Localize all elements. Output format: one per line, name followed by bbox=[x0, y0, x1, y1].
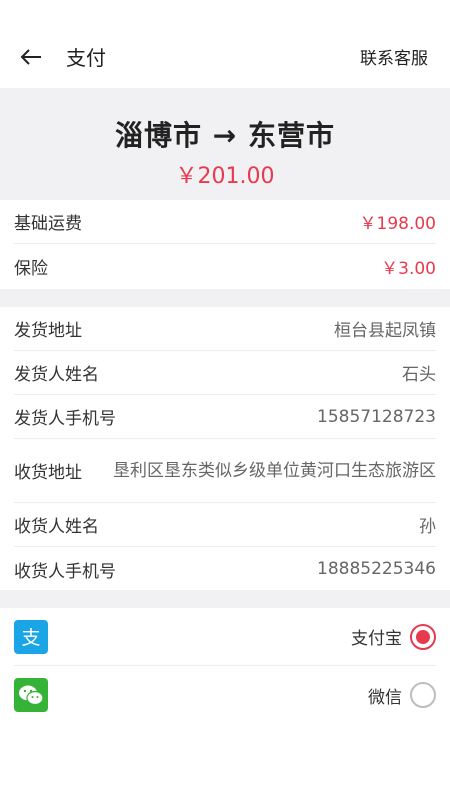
radio-selected-icon[interactable] bbox=[410, 623, 436, 650]
payment-option-alipay[interactable]: 支 支付宝 bbox=[14, 608, 436, 666]
detail-label: 收货地址 bbox=[14, 463, 82, 483]
payment-option-label: 支付宝 bbox=[351, 629, 402, 649]
detail-value: 石头 bbox=[402, 365, 436, 385]
app-header: 支付 联系客服 bbox=[0, 0, 450, 88]
total-price: ￥201.00 bbox=[175, 164, 275, 189]
order-summary: 淄博市 → 东营市 ￥201.00 bbox=[0, 88, 450, 200]
divider-band bbox=[0, 289, 450, 307]
detail-value: 桓台县起凤镇 bbox=[334, 321, 436, 341]
contact-service-button[interactable]: 联系客服 bbox=[360, 44, 428, 69]
fee-label: 基础运费 bbox=[14, 214, 82, 234]
payment-option-label: 微信 bbox=[368, 687, 402, 708]
detail-row-receiver-name: 收货人姓名 孙 bbox=[14, 503, 436, 547]
detail-value: 15857128723 bbox=[317, 406, 436, 427]
detail-row-receiver-phone: 收货人手机号 18885225346 bbox=[14, 547, 436, 591]
detail-row-sender-name: 发货人姓名 石头 bbox=[14, 351, 436, 395]
divider-band bbox=[0, 590, 450, 608]
detail-label: 发货人姓名 bbox=[14, 365, 99, 385]
svg-text:支: 支 bbox=[21, 627, 40, 649]
payment-section: 支 支付宝 微信 bbox=[0, 608, 450, 724]
detail-row-sender-address: 发货地址 桓台县起凤镇 bbox=[14, 307, 436, 351]
arrow-left-icon bbox=[20, 49, 41, 65]
detail-value: 18885225346 bbox=[317, 559, 436, 579]
fee-row-base: 基础运费 ￥198.00 bbox=[14, 200, 436, 244]
alipay-icon: 支 bbox=[14, 619, 48, 654]
fee-label: 保险 bbox=[14, 258, 48, 279]
detail-row-sender-phone: 发货人手机号 15857128723 bbox=[14, 395, 436, 439]
route-text: 淄博市 → 东营市 bbox=[115, 119, 335, 152]
back-button[interactable] bbox=[14, 40, 48, 74]
radio-unselected-icon[interactable] bbox=[410, 682, 436, 708]
detail-value: 孙 bbox=[419, 517, 436, 537]
detail-label: 收货人姓名 bbox=[14, 517, 99, 537]
detail-label: 发货地址 bbox=[14, 321, 82, 341]
fee-value: ￥198.00 bbox=[359, 214, 436, 234]
detail-label: 发货人手机号 bbox=[14, 409, 116, 429]
page-title: 支付 bbox=[66, 46, 106, 70]
wechat-icon bbox=[14, 678, 48, 712]
fees-section: 基础运费 ￥198.00 保险 ￥3.00 bbox=[0, 200, 450, 288]
fee-row-insurance: 保险 ￥3.00 bbox=[14, 244, 436, 288]
payment-option-wechat[interactable]: 微信 bbox=[14, 666, 436, 724]
detail-value: 垦利区垦东类似乡级单位黄河口生态旅游区 bbox=[113, 460, 436, 481]
detail-label: 收货人手机号 bbox=[14, 561, 116, 582]
detail-row-receiver-address: 收货地址 垦利区垦东类似乡级单位黄河口生态旅游区 bbox=[14, 439, 436, 503]
details-section: 发货地址 桓台县起凤镇 发货人姓名 石头 发货人手机号 15857128723 … bbox=[0, 307, 450, 591]
fee-value: ￥3.00 bbox=[381, 258, 436, 279]
